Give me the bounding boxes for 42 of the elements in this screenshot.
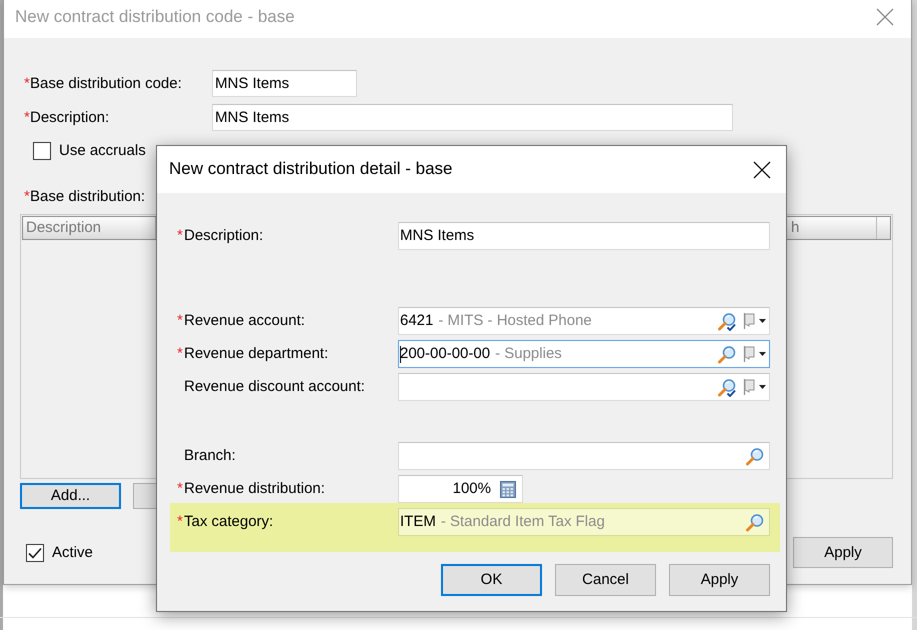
checkbox-label: Use accruals bbox=[59, 142, 146, 160]
lookup-field[interactable]: 6421 - MITS - Hosted Phone bbox=[398, 307, 770, 335]
checkbox-label: Active bbox=[52, 544, 93, 562]
search-icon[interactable] bbox=[745, 512, 764, 532]
field-label: *Base distribution: bbox=[24, 188, 146, 206]
button[interactable]: Add... bbox=[20, 483, 121, 509]
lookup-field[interactable] bbox=[398, 442, 770, 470]
field-label: *Description: bbox=[23, 108, 110, 126]
lookup-field[interactable] bbox=[398, 373, 770, 401]
magnifier-check-icon[interactable] bbox=[717, 378, 736, 396]
window-title: New contract distribution code - base bbox=[15, 6, 295, 28]
button[interactable]: Apply bbox=[793, 537, 893, 568]
button[interactable] bbox=[133, 483, 157, 509]
lookup-field[interactable]: ITEM - Standard Item Tax Flag bbox=[398, 508, 770, 536]
flag-dropdown-icon[interactable] bbox=[742, 378, 767, 396]
button[interactable]: Cancel bbox=[555, 564, 656, 596]
search-icon[interactable] bbox=[745, 446, 764, 466]
text-cursor-icon bbox=[400, 346, 401, 362]
calculator-icon[interactable] bbox=[500, 480, 516, 498]
button[interactable]: OK bbox=[441, 564, 542, 596]
field-label: *Base distribution code: bbox=[23, 74, 183, 92]
window-title: New contract distribution detail - base bbox=[169, 159, 452, 180]
button[interactable]: Apply bbox=[669, 564, 770, 596]
field-label: *Revenue account: bbox=[177, 312, 306, 330]
field-label: *Revenue distribution: bbox=[177, 480, 326, 498]
lookup-field[interactable]: 200-00-00-00 - Supplies bbox=[398, 340, 770, 368]
search-icon[interactable] bbox=[717, 344, 736, 364]
checkbox[interactable] bbox=[26, 544, 44, 562]
text-field[interactable]: MNS Items bbox=[212, 104, 733, 131]
field-label: *Tax category: bbox=[177, 513, 274, 531]
text-field[interactable]: MNS Items bbox=[398, 222, 770, 250]
field-label: Branch: bbox=[184, 447, 237, 465]
flag-dropdown-icon[interactable] bbox=[742, 345, 767, 363]
field-label: *Description: bbox=[177, 227, 264, 245]
percent-field[interactable]: 100% bbox=[398, 475, 523, 503]
field-label: *Revenue department: bbox=[177, 345, 330, 363]
magnifier-check-icon[interactable] bbox=[717, 312, 736, 330]
flag-dropdown-icon[interactable] bbox=[742, 312, 767, 330]
text-field[interactable]: MNS Items bbox=[212, 70, 357, 97]
field-label: Revenue discount account: bbox=[184, 378, 366, 396]
checkbox[interactable] bbox=[33, 142, 51, 160]
close-icon[interactable] bbox=[753, 160, 771, 178]
